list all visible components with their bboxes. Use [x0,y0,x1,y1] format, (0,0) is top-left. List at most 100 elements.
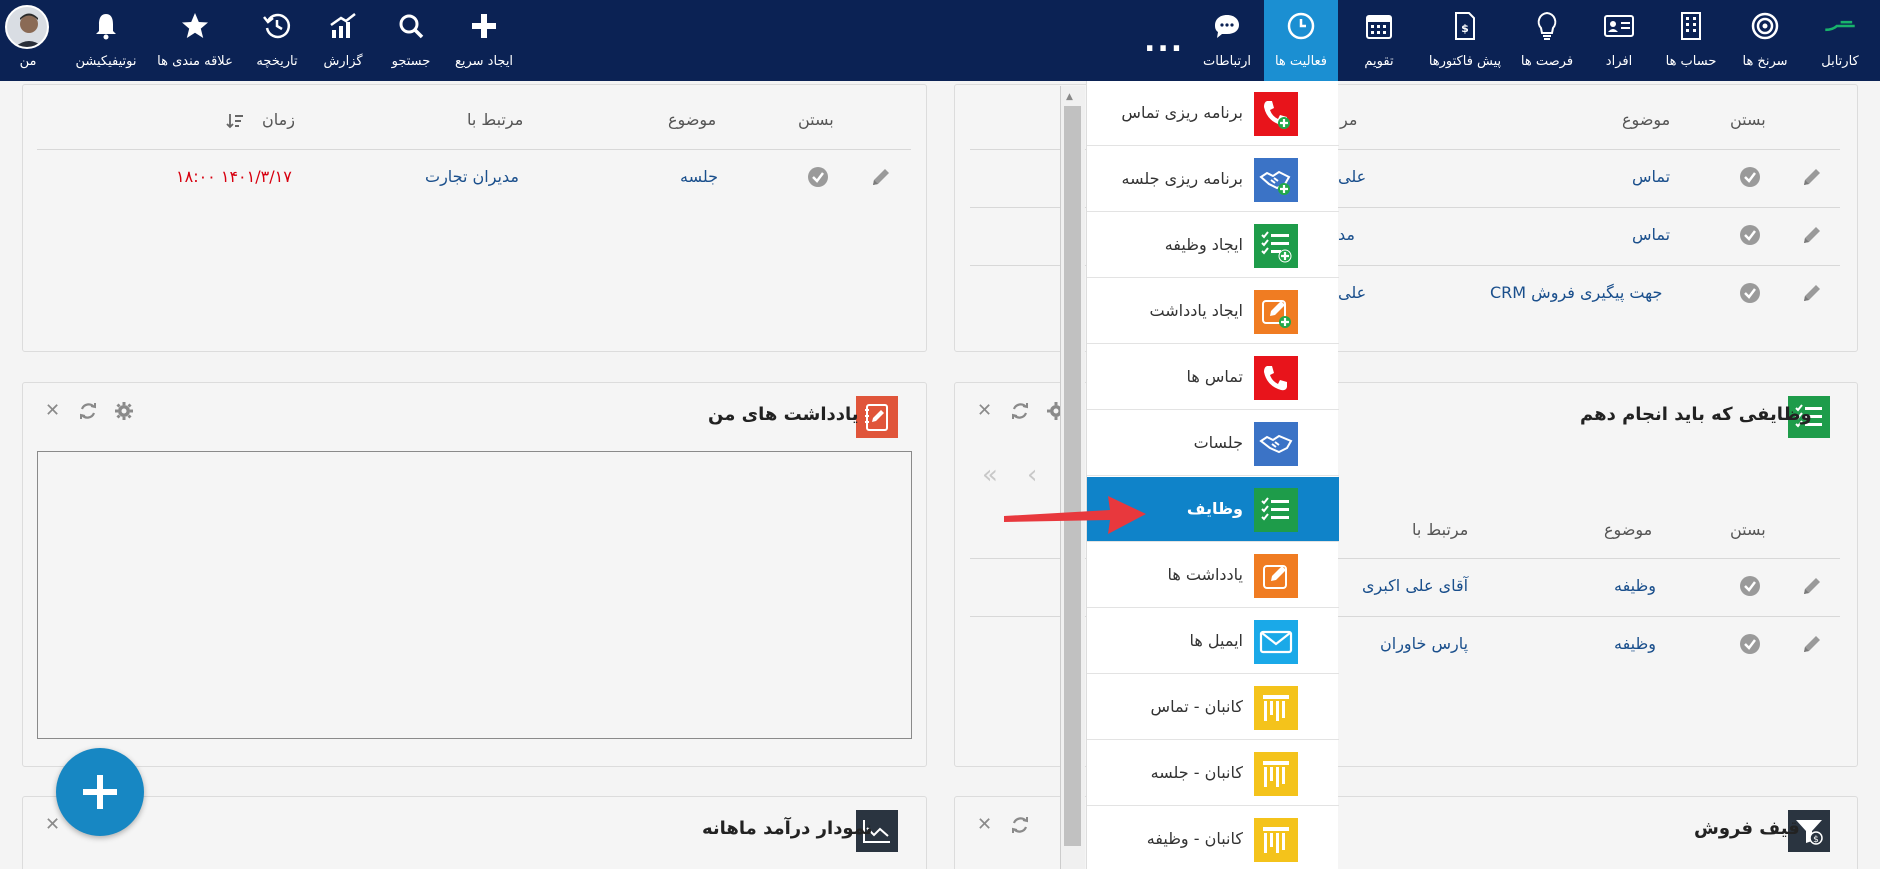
tasklist-plus-icon [1254,224,1298,268]
nav-label: پیش فاکتورها [1428,54,1502,69]
nav-item-accounts[interactable]: حساب ها [1654,0,1728,81]
menu-item-notes[interactable]: یادداشت ها [1087,543,1339,608]
menu-item-schedule-meeting[interactable]: برنامه ریزی جلسه [1087,147,1339,212]
sort-descending-icon[interactable] [226,112,248,134]
nav-item-history[interactable]: تاریخچه [244,0,310,81]
edit-icon[interactable] [1801,166,1823,188]
first-page-icon[interactable]: « [982,460,998,490]
menu-item-kanban-call[interactable]: کانبان - تماس [1087,675,1339,740]
nav-item-kartable[interactable]: کارتابل [1802,0,1878,81]
menu-item-label: یادداشت ها [1167,565,1243,584]
nav-item-calendar[interactable]: تقویم [1338,0,1420,81]
menu-item-calls[interactable]: تماس ها [1087,345,1339,410]
table-cell-related[interactable]: علی [1338,167,1366,186]
chat-bubble-icon [1211,10,1243,42]
menu-item-create-task[interactable]: ایجاد وظیفه [1087,213,1339,278]
star-icon [179,10,211,42]
table-cell-subject[interactable]: جلسه [680,167,718,186]
nav-label: جستجو [391,54,431,69]
scroll-up-icon[interactable]: ▲ [1066,92,1073,102]
notes-textarea[interactable] [37,451,912,739]
plus-icon [468,10,500,42]
edit-icon[interactable] [1801,575,1823,597]
nav-item-quick-create[interactable]: ایجاد سریع [447,0,521,81]
check-circle-icon[interactable] [1739,633,1761,655]
nav-label: تقویم [1364,54,1394,69]
svg-text:$: $ [1813,835,1819,845]
close-icon[interactable]: ✕ [977,400,992,421]
nav-item-opportunities[interactable]: فرصت ها [1510,0,1584,81]
edit-icon[interactable] [1801,282,1823,304]
close-icon[interactable]: ✕ [45,400,60,421]
table-cell-time: ۱۴۰۱/۳/۱۷ ۱۸:۰۰ [176,167,292,186]
table-cell-related[interactable]: علی [1338,283,1366,302]
chart-up-icon [327,10,359,42]
kanban-icon [1254,818,1298,862]
nav-item-people[interactable]: افراد [1584,0,1654,81]
search-icon [395,10,427,42]
edit-icon[interactable] [1801,633,1823,655]
panel-title: یادداشت های من [708,404,859,425]
column-header-subject: موضوع [668,110,717,129]
floating-add-button[interactable] [56,748,144,836]
check-circle-icon[interactable] [1739,575,1761,597]
nav-item-report[interactable]: گزارش [312,0,374,81]
nav-label: تاریخچه [256,54,298,69]
column-header-subject: موضوع [1622,110,1671,129]
nav-item-communications[interactable]: ارتباطات [1190,0,1264,81]
table-cell-related[interactable]: مدیران تجارت [425,167,519,186]
check-circle-icon[interactable] [1739,166,1761,188]
table-cell-subject[interactable]: تماس [1632,225,1670,244]
check-circle-icon[interactable] [807,166,829,188]
menu-item-create-note[interactable]: ایجاد یادداشت [1087,279,1339,344]
nav-item-search[interactable]: جستجو [378,0,444,81]
tasklist-icon [1254,488,1298,532]
table-cell-subject[interactable]: وظیفه [1614,576,1656,595]
column-header-close: بستن [1730,520,1766,539]
table-cell-related[interactable]: آقای علی اکبری [1362,576,1468,595]
edit-icon[interactable] [1801,224,1823,246]
nav-item-favorites[interactable]: علاقه مندی ها [150,0,240,81]
check-circle-icon[interactable] [1739,282,1761,304]
menu-item-label: کانبان - تماس [1150,697,1243,716]
panel-title: وظایفی که باید انجام دهم [1580,404,1812,425]
menu-item-schedule-call[interactable]: برنامه ریزی تماس [1087,81,1339,146]
nav-item-notifications[interactable]: نوتیفیکیشن [64,0,148,81]
menu-item-meetings[interactable]: جلسات [1087,411,1339,476]
table-cell-subject[interactable]: تماس [1632,167,1670,186]
menu-item-label: ایجاد وظیفه [1164,235,1243,254]
check-circle-icon[interactable] [1739,224,1761,246]
nav-item-me[interactable]: من [0,0,56,81]
menu-item-kanban-task[interactable]: کانبان - وظیفه [1087,807,1339,869]
menu-item-label: برنامه ریزی جلسه [1121,169,1244,188]
table-cell-subject[interactable]: جهت پیگیری فروش CRM [1490,283,1662,302]
nav-item-sarnakh[interactable]: سرنخ ها [1728,0,1802,81]
invoice-icon: $ [1449,10,1481,42]
more-menu-button[interactable]: ... [1144,24,1184,59]
table-cell-related[interactable]: مد [1338,225,1355,244]
refresh-icon[interactable] [78,401,98,426]
note-icon [1254,554,1298,598]
close-icon[interactable]: ✕ [977,814,992,835]
phone-icon [1254,356,1298,400]
panel-title: نمودار درآمد ماهانه [702,818,873,839]
nav-label: نوتیفیکیشن [75,54,137,69]
column-header-time[interactable]: زمان [262,110,295,129]
table-cell-related[interactable]: پارس خاوران [1380,634,1468,653]
gear-icon[interactable] [114,401,134,426]
menu-scrollbar-thumb[interactable] [1064,106,1081,846]
handshake-icon [1254,422,1298,466]
menu-item-emails[interactable]: ایمیل ها [1087,609,1339,674]
nav-item-activities[interactable]: فعالیت ها [1264,0,1338,81]
refresh-icon[interactable] [1010,401,1030,426]
building-icon [1675,10,1707,42]
nav-label: سرنخ ها [1742,54,1788,69]
column-header-related: مرتبط با [467,110,524,129]
table-cell-subject[interactable]: وظیفه [1614,634,1656,653]
close-icon[interactable]: ✕ [45,814,60,835]
edit-icon[interactable] [870,166,892,188]
refresh-icon[interactable] [1010,815,1030,840]
menu-item-kanban-meeting[interactable]: کانبان - جلسه [1087,741,1339,806]
nav-item-proformas[interactable]: $ پیش فاکتورها [1420,0,1510,81]
previous-page-icon[interactable]: ‹ [1027,460,1037,490]
